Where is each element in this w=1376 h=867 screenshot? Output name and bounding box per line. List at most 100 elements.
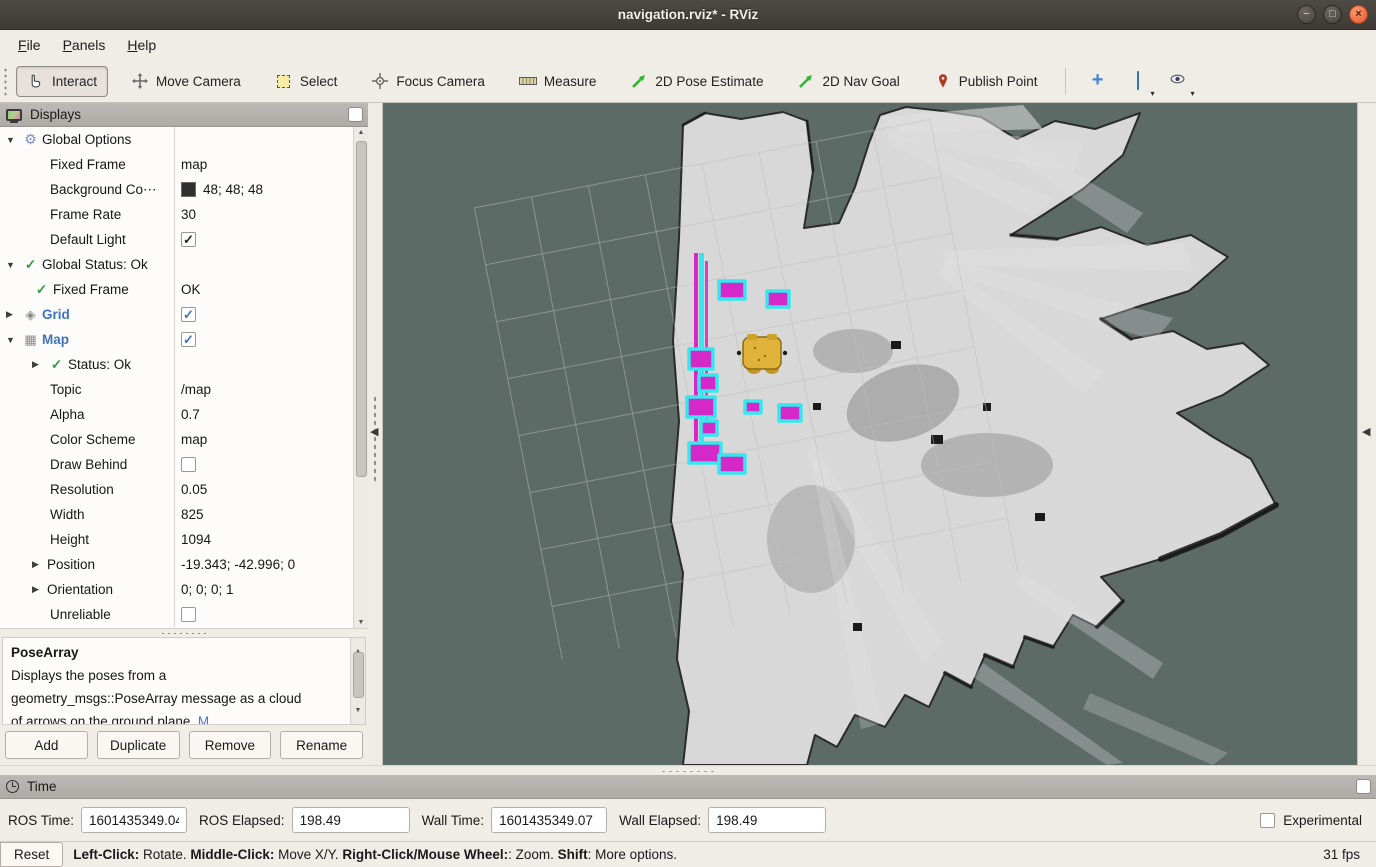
rename-button[interactable]: Rename	[280, 731, 363, 759]
property-value[interactable]: 1094	[181, 532, 211, 547]
property-value[interactable]: 48; 48; 48	[203, 182, 263, 197]
collapse-right-icon[interactable]: ◀	[1362, 425, 1370, 438]
display-row-topic[interactable]: Topic/map	[0, 377, 368, 402]
display-row-alpha[interactable]: Alpha0.7	[0, 402, 368, 427]
toolbar-zoom-in-plus-button[interactable]: +	[1080, 66, 1116, 96]
menu-file[interactable]: File	[8, 33, 51, 57]
tool-measure[interactable]: Measure	[508, 66, 608, 97]
reset-button[interactable]: Reset	[0, 842, 63, 867]
color-swatch[interactable]	[181, 182, 196, 197]
zoom-in-plus-icon: +	[1092, 72, 1104, 91]
time-float-button[interactable]	[1356, 779, 1371, 794]
collapse-left-icon[interactable]: ◀	[370, 425, 378, 438]
time-field-input[interactable]	[292, 807, 410, 833]
expander-down-icon[interactable]: ▼	[6, 260, 21, 270]
property-value[interactable]: 825	[181, 507, 204, 522]
tool-move-camera[interactable]: Move Camera	[120, 66, 252, 97]
property-checkbox[interactable]	[181, 607, 196, 622]
add-button[interactable]: Add	[5, 731, 88, 759]
tool-focus-camera[interactable]: Focus Camera	[360, 66, 496, 97]
displays-property-tree: ▼⚙Global OptionsFixed FramemapBackground…	[0, 127, 368, 629]
display-row-map[interactable]: ▼▦Map✓	[0, 327, 368, 352]
tool-2d-nav-goal[interactable]: 2D Nav Goal	[786, 66, 910, 97]
help-scrollbar[interactable]: ▲ ▼	[350, 638, 365, 724]
3d-viewport[interactable]	[383, 103, 1357, 765]
scroll-thumb[interactable]	[353, 652, 364, 698]
expander-right-icon[interactable]: ▶	[32, 584, 47, 595]
display-row-draw-behind[interactable]: Draw Behind	[0, 452, 368, 477]
property-value[interactable]: -19.343; -42.996; 0	[181, 557, 295, 572]
remove-button[interactable]: Remove	[189, 731, 272, 759]
time-field-input[interactable]	[708, 807, 826, 833]
property-value[interactable]: 0.05	[181, 482, 207, 497]
time-field-input[interactable]	[81, 807, 187, 833]
display-row-position[interactable]: ▶Position-19.343; -42.996; 0	[0, 552, 368, 577]
property-value[interactable]: 30	[181, 207, 196, 222]
expander-right-icon[interactable]: ▶	[32, 559, 47, 570]
expander-right-icon[interactable]: ▶	[32, 359, 47, 370]
expander-down-icon[interactable]: ▼	[6, 135, 21, 145]
display-row-fixed-frame[interactable]: ✓Fixed FrameOK	[0, 277, 368, 302]
display-row-default-light[interactable]: Default Light✓	[0, 227, 368, 252]
property-value[interactable]: 0; 0; 0; 1	[181, 582, 234, 597]
display-row-grid[interactable]: ▶◈Grid✓	[0, 302, 368, 327]
help-line: of arrows on the ground plane. M	[11, 710, 357, 725]
more-information-link[interactable]: M	[198, 714, 209, 725]
displays-scrollbar[interactable]: ▲ ▼	[353, 127, 368, 628]
tool-publish-point[interactable]: Publish Point	[923, 66, 1049, 97]
maximize-button[interactable]: □	[1323, 5, 1342, 24]
display-row-fixed-frame[interactable]: Fixed Framemap	[0, 152, 368, 177]
toolbar-drag-handle[interactable]	[3, 67, 8, 97]
right-panel-collapse[interactable]: ◀	[1357, 103, 1376, 765]
toolbar-zoom-out-minus-button[interactable]: ▾	[1120, 66, 1156, 96]
tool-select[interactable]: Select	[264, 66, 349, 97]
display-row-color-scheme[interactable]: Color Schememap	[0, 427, 368, 452]
scroll-up-icon[interactable]: ▲	[354, 129, 368, 136]
property-checkbox[interactable]: ✓	[181, 307, 196, 322]
tool-2d-pose-estimate[interactable]: 2D Pose Estimate	[619, 66, 774, 97]
time-field-input[interactable]	[491, 807, 607, 833]
menu-help[interactable]: Help	[117, 33, 166, 57]
property-value[interactable]: OK	[181, 282, 201, 297]
display-row-global-status-ok[interactable]: ▼✓Global Status: Ok	[0, 252, 368, 277]
property-checkbox[interactable]: ✓	[181, 232, 196, 247]
time-splitter[interactable]	[0, 765, 1376, 775]
display-row-unreliable[interactable]: Unreliable	[0, 602, 368, 627]
displays-buttons: Add Duplicate Remove Rename	[0, 725, 368, 765]
scroll-down-icon[interactable]: ▼	[351, 699, 365, 722]
panel-splitter[interactable]: ◀	[368, 103, 383, 765]
gear-icon: ⚙	[21, 131, 40, 148]
property-value[interactable]: /map	[181, 382, 211, 397]
property-checkbox[interactable]: ✓	[181, 332, 196, 347]
scroll-thumb[interactable]	[356, 141, 367, 477]
property-value[interactable]: map	[181, 432, 207, 447]
property-value[interactable]: 0.7	[181, 407, 200, 422]
menu-panels[interactable]: Panels	[53, 33, 116, 57]
check-icon: ✓	[47, 357, 66, 373]
display-row-resolution[interactable]: Resolution0.05	[0, 477, 368, 502]
property-checkbox[interactable]	[181, 457, 196, 472]
close-button[interactable]: ×	[1349, 5, 1368, 24]
help-splitter[interactable]	[0, 629, 368, 637]
duplicate-button[interactable]: Duplicate	[97, 731, 180, 759]
expander-right-icon[interactable]: ▶	[6, 309, 21, 320]
experimental-checkbox[interactable]	[1260, 813, 1275, 828]
minimize-button[interactable]: −	[1297, 5, 1316, 24]
expander-down-icon[interactable]: ▼	[6, 335, 21, 345]
chevron-down-icon[interactable]: ▾	[1151, 89, 1155, 98]
display-row-orientation[interactable]: ▶Orientation0; 0; 0; 1	[0, 577, 368, 602]
scroll-down-icon[interactable]: ▼	[354, 619, 368, 626]
display-row-width[interactable]: Width825	[0, 502, 368, 527]
chevron-down-icon[interactable]: ▾	[1191, 89, 1195, 98]
display-row-background-co[interactable]: Background Co⋯48; 48; 48	[0, 177, 368, 202]
display-row-global-options[interactable]: ▼⚙Global Options	[0, 127, 368, 152]
property-value[interactable]: map	[181, 157, 207, 172]
displays-float-button[interactable]	[348, 107, 363, 122]
display-row-frame-rate[interactable]: Frame Rate30	[0, 202, 368, 227]
tool-interact[interactable]: Interact	[16, 66, 108, 97]
toolbar-visibility-eye-button[interactable]: ▾	[1160, 66, 1196, 96]
display-row-height[interactable]: Height1094	[0, 527, 368, 552]
display-row-status-ok[interactable]: ▶✓Status: Ok	[0, 352, 368, 377]
time-panel: Time ROS Time:ROS Elapsed:Wall Time:Wall…	[0, 775, 1376, 841]
time-panel-header: Time	[0, 775, 1376, 799]
